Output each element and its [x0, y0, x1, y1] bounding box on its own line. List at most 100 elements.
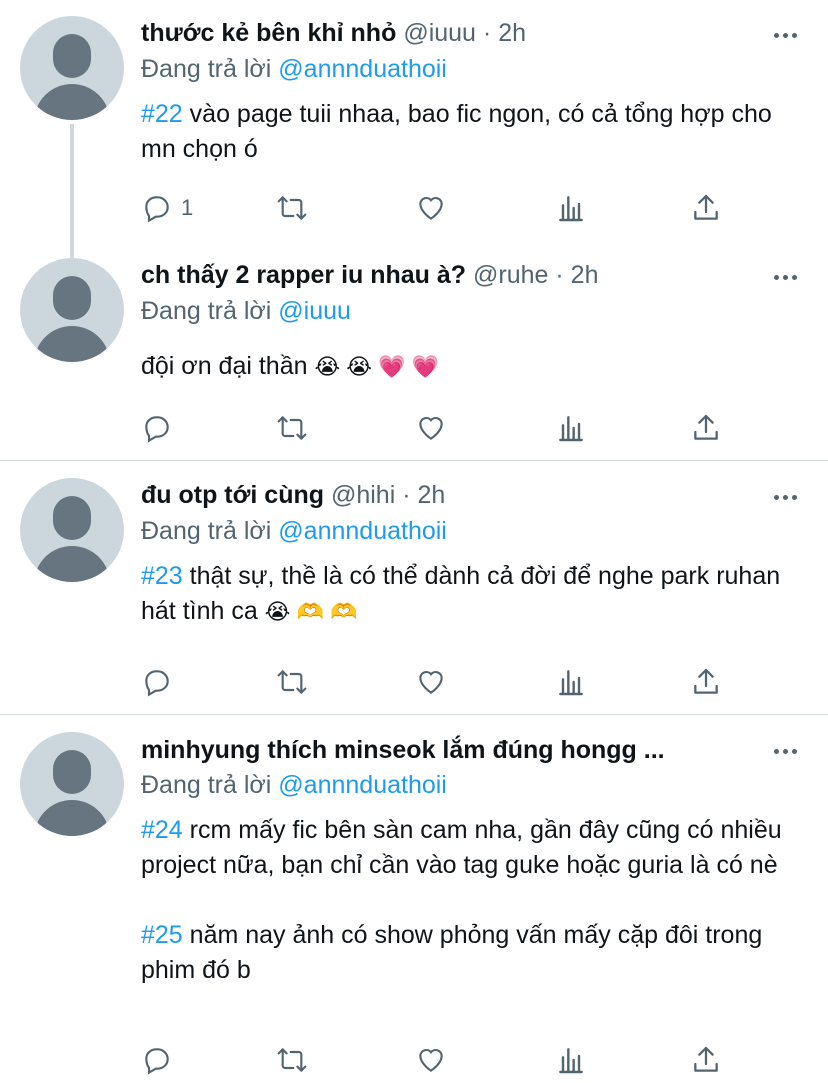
analytics-button[interactable] — [555, 188, 587, 228]
share-icon — [694, 194, 718, 220]
like-icon — [419, 670, 443, 694]
tweet-body: đội ơn đại thần — [141, 352, 308, 380]
share-button[interactable] — [690, 1040, 722, 1080]
retweet-button[interactable] — [276, 662, 308, 702]
like-button[interactable] — [415, 408, 447, 448]
emoji-group: 😭 😭 💗 💗 — [314, 354, 440, 379]
reply-button[interactable] — [141, 408, 181, 448]
avatar[interactable] — [20, 258, 124, 362]
reply-to-handle[interactable]: @iuuu — [278, 297, 351, 325]
display-name[interactable]: đu otp tới cùng — [141, 481, 324, 509]
like-button[interactable] — [415, 188, 447, 228]
reply-count: 1 — [181, 195, 194, 220]
retweet-icon — [277, 196, 307, 220]
retweet-button[interactable] — [276, 1040, 308, 1080]
analytics-icon — [559, 1048, 583, 1074]
reply-icon — [145, 1048, 169, 1075]
emoji-group: 😭 🫶 🫶 — [264, 599, 358, 624]
more-icon[interactable] — [770, 25, 800, 45]
share-button[interactable] — [690, 188, 722, 228]
like-icon — [419, 1048, 443, 1072]
hashtag[interactable]: #24 — [141, 816, 183, 844]
tweet-header: ch thấy 2 rapper iu nhau à? @ruhe · 2h — [141, 258, 768, 292]
reply-button[interactable] — [141, 1040, 181, 1080]
tweet-header: minhyung thích minseok lắm đúng hongg ..… — [141, 733, 768, 767]
tweet[interactable]: ch thấy 2 rapper iu nhau à? @ruhe · 2h Đ… — [0, 248, 828, 460]
reply-button[interactable] — [141, 662, 181, 702]
hashtag[interactable]: #22 — [141, 100, 183, 128]
tweet[interactable]: minhyung thích minseok lắm đúng hongg ..… — [0, 715, 828, 1083]
timestamp[interactable]: · 2h — [555, 261, 598, 289]
action-bar: 1 — [141, 188, 741, 228]
reply-to-handle[interactable]: @annnduathoii — [278, 517, 447, 545]
more-icon[interactable] — [770, 741, 800, 761]
analytics-button[interactable] — [555, 1040, 587, 1080]
action-bar — [141, 408, 741, 448]
hashtag[interactable]: #23 — [141, 562, 183, 590]
share-icon — [694, 668, 718, 694]
share-button[interactable] — [690, 408, 722, 448]
retweet-button[interactable] — [276, 408, 308, 448]
reply-label: Đang trả lời — [141, 297, 272, 325]
reply-icon — [145, 196, 169, 223]
tweet-text: #24 rcm mấy fic bên sàn cam nha, gần đây… — [141, 813, 788, 988]
retweet-icon — [277, 1048, 307, 1072]
reply-to-handle[interactable]: @annnduathoii — [278, 55, 447, 83]
analytics-icon — [559, 416, 583, 442]
tweet-body: rcm mấy fic bên sàn cam nha, gần đây cũn… — [141, 816, 782, 879]
user-handle[interactable]: @hihi — [331, 481, 395, 509]
hashtag[interactable]: #25 — [141, 921, 183, 949]
share-icon — [694, 414, 718, 440]
analytics-button[interactable] — [555, 408, 587, 448]
share-button[interactable] — [690, 662, 722, 702]
tweet-body: vào page tuii nhaa, bao fic ngon, có cả … — [141, 100, 772, 163]
tweet-body: năm nay ảnh có show phỏng vấn mấy cặp đô… — [141, 921, 763, 984]
user-handle[interactable]: @ruhe — [473, 261, 548, 289]
share-icon — [694, 1046, 718, 1072]
retweet-icon — [277, 670, 307, 694]
reply-button[interactable]: 1 — [141, 188, 193, 228]
avatar[interactable] — [20, 732, 124, 836]
reply-context: Đang trả lời @annnduathoii — [141, 52, 447, 86]
reply-icon — [145, 416, 169, 443]
like-button[interactable] — [415, 662, 447, 702]
retweet-button[interactable] — [276, 188, 308, 228]
tweet-body: thật sự, thề là có thể dành cả đời để ng… — [141, 562, 781, 625]
analytics-button[interactable] — [555, 662, 587, 702]
tweet-text: đội ơn đại thần 😭 😭 💗 💗 — [141, 349, 788, 384]
reply-label: Đang trả lời — [141, 55, 272, 83]
timestamp[interactable]: · 2h — [402, 481, 445, 509]
more-icon[interactable] — [770, 267, 800, 287]
more-icon[interactable] — [770, 487, 800, 507]
tweet[interactable]: thước kẻ bên khỉ nhỏ @iuuu · 2h Đang trả… — [0, 0, 828, 248]
display-name[interactable]: minhyung thích minseok lắm đúng hongg ..… — [141, 736, 665, 764]
reply-context: Đang trả lời @annnduathoii — [141, 768, 447, 802]
timestamp[interactable]: · 2h — [483, 19, 526, 47]
retweet-icon — [277, 416, 307, 440]
reply-context: Đang trả lời @annnduathoii — [141, 514, 447, 548]
user-handle[interactable]: @iuuu — [403, 19, 476, 47]
action-bar — [141, 662, 741, 702]
tweet-paragraph: #25 năm nay ảnh có show phỏng vấn mấy cặ… — [141, 918, 788, 988]
tweet-header: đu otp tới cùng @hihi · 2h — [141, 478, 768, 512]
like-icon — [419, 416, 443, 440]
avatar[interactable] — [20, 478, 124, 582]
tweet-header: thước kẻ bên khỉ nhỏ @iuuu · 2h — [141, 16, 768, 50]
analytics-icon — [559, 196, 583, 222]
like-icon — [419, 196, 443, 220]
like-button[interactable] — [415, 1040, 447, 1080]
reply-icon — [145, 670, 169, 697]
action-bar — [141, 1040, 741, 1080]
reply-label: Đang trả lời — [141, 771, 272, 799]
avatar[interactable] — [20, 16, 124, 120]
reply-context: Đang trả lời @iuuu — [141, 294, 351, 328]
display-name[interactable]: thước kẻ bên khỉ nhỏ — [141, 19, 396, 47]
tweet-text: #23 thật sự, thề là có thể dành cả đời đ… — [141, 559, 788, 629]
display-name[interactable]: ch thấy 2 rapper iu nhau à? — [141, 261, 466, 289]
reply-label: Đang trả lời — [141, 517, 272, 545]
tweet-paragraph: #24 rcm mấy fic bên sàn cam nha, gần đây… — [141, 813, 788, 883]
tweet-text: #22 vào page tuii nhaa, bao fic ngon, có… — [141, 97, 788, 167]
tweet[interactable]: đu otp tới cùng @hihi · 2h Đang trả lời … — [0, 461, 828, 714]
reply-to-handle[interactable]: @annnduathoii — [278, 771, 447, 799]
analytics-icon — [559, 670, 583, 696]
